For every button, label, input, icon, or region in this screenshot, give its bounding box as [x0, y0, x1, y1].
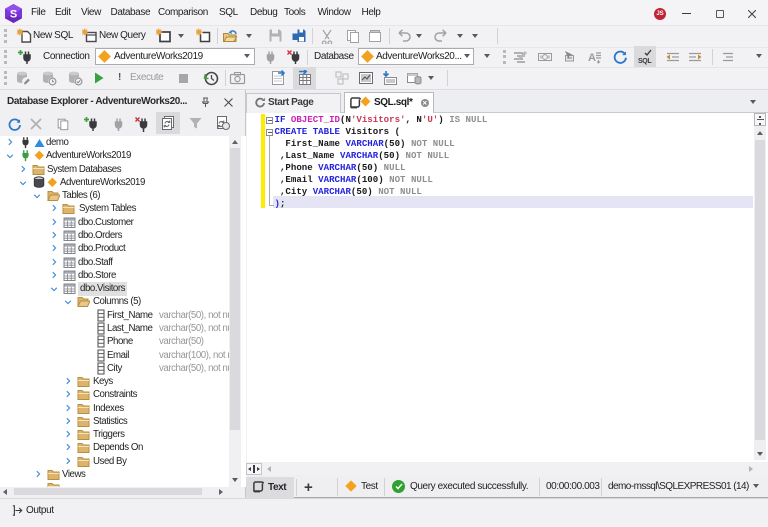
svg-text:A: A	[588, 52, 596, 64]
svg-text:S: S	[10, 8, 17, 20]
svg-text:SQL: SQL	[638, 58, 652, 65]
